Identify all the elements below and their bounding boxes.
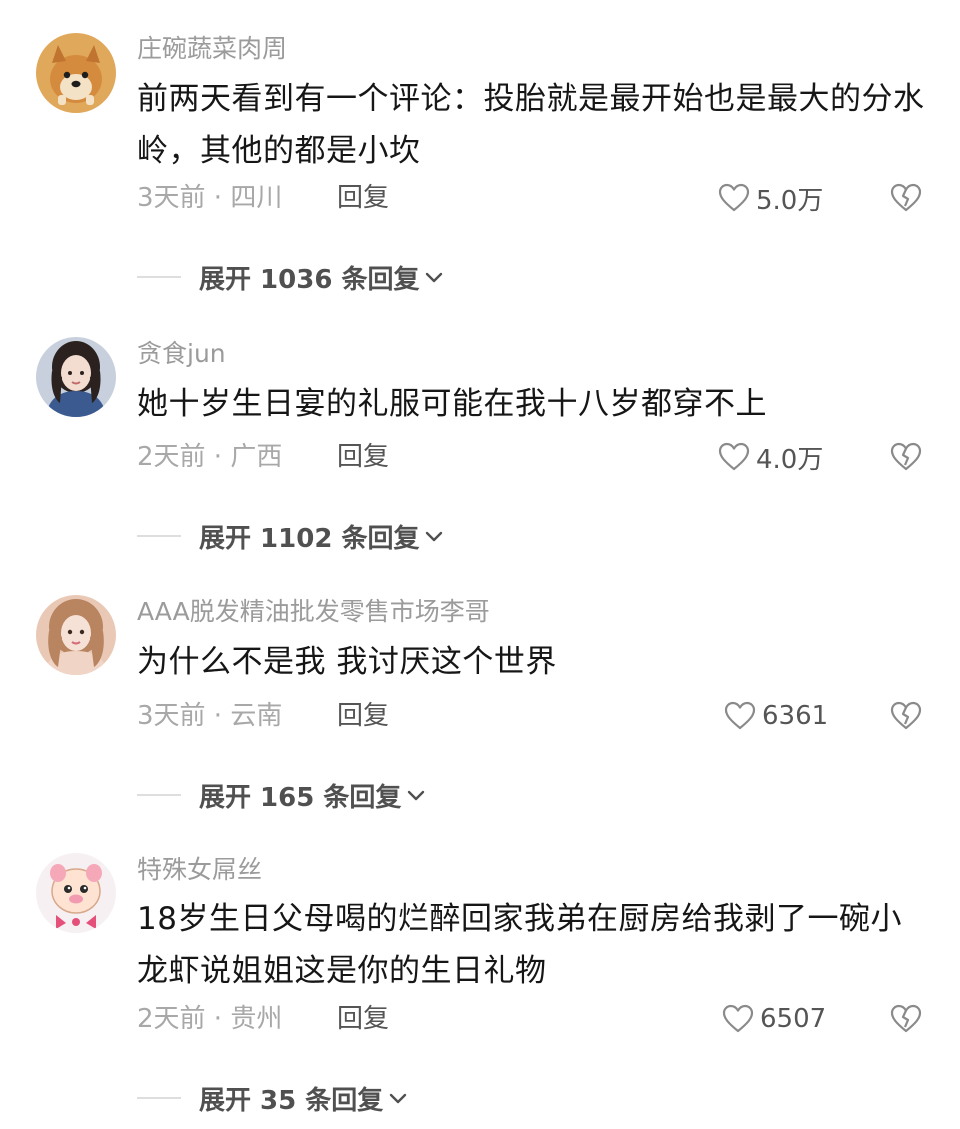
avatar[interactable]	[36, 595, 116, 675]
chevron-down-icon	[423, 266, 445, 288]
comment-text: 前两天看到有一个评论：投胎就是最开始也是最大的分水岭，其他的都是小坎	[137, 81, 925, 169]
expand-replies-label: 展开 165 条回复	[199, 782, 402, 813]
expand-replies-button[interactable]: 展开 165 条回复	[199, 777, 427, 814]
expand-replies: 展开 35 条回复	[137, 1080, 409, 1116]
dislike-button[interactable]	[890, 700, 922, 732]
heart-outline-icon	[718, 442, 750, 472]
username[interactable]: 贪食jun	[137, 338, 226, 370]
expand-replies: 展开 1102 条回复	[137, 518, 445, 554]
timestamp: 3天前	[137, 183, 206, 213]
reply-button[interactable]: 回复	[337, 698, 389, 734]
divider-line	[137, 1097, 181, 1099]
broken-heart-icon	[890, 441, 922, 473]
reply-button[interactable]: 回复	[337, 180, 389, 216]
meta-separator: ·	[205, 1004, 231, 1034]
location: 贵州	[230, 1004, 283, 1034]
like-count: 6361	[762, 701, 829, 731]
dislike-button[interactable]	[890, 1003, 922, 1035]
expand-replies: 展开 1036 条回复	[137, 259, 445, 295]
divider-line	[137, 535, 181, 537]
avatar[interactable]	[36, 33, 116, 113]
broken-heart-icon	[890, 1003, 922, 1035]
broken-heart-icon	[890, 182, 922, 214]
timestamp: 3天前	[137, 701, 206, 731]
like-count: 5.0万	[756, 185, 824, 216]
expand-replies-label: 展开 1036 条回复	[199, 264, 420, 295]
heart-outline-icon	[722, 1004, 754, 1034]
like-count: 6507	[760, 1004, 827, 1034]
comment-meta: 2天前 · 贵州 回复	[137, 1001, 389, 1037]
timestamp: 2天前	[137, 1004, 206, 1034]
location: 云南	[230, 701, 283, 731]
like-button[interactable]: 4.0万	[718, 439, 823, 475]
like-button[interactable]: 6507	[722, 1001, 826, 1037]
comment-meta: 3天前 · 云南 回复	[137, 698, 389, 734]
expand-replies-label: 展开 35 条回复	[199, 1085, 384, 1116]
expand-replies-button[interactable]: 展开 35 条回复	[199, 1080, 409, 1117]
reply-button[interactable]: 回复	[337, 439, 389, 475]
location: 四川	[230, 183, 283, 213]
divider-line	[137, 794, 181, 796]
chevron-down-icon	[423, 525, 445, 547]
meta-separator: ·	[205, 442, 231, 472]
avatar[interactable]	[36, 337, 116, 417]
chevron-down-icon	[387, 1087, 409, 1109]
heart-outline-icon	[724, 701, 756, 731]
expand-replies-label: 展开 1102 条回复	[199, 523, 420, 554]
chevron-down-icon	[405, 784, 427, 806]
avatar[interactable]	[36, 853, 116, 933]
expand-replies-button[interactable]: 展开 1036 条回复	[199, 259, 445, 296]
dislike-button[interactable]	[890, 441, 922, 473]
username[interactable]: AAA脱发精油批发零售市场李哥	[137, 596, 490, 628]
like-button[interactable]: 5.0万	[718, 180, 823, 216]
comment-meta: 3天前 · 四川 回复	[137, 180, 389, 216]
comment-text: 18岁生日父母喝的烂醉回家我弟在厨房给我剥了一碗小龙虾说姐姐这是你的生日礼物	[137, 901, 902, 989]
heart-outline-icon	[718, 183, 750, 213]
comment-text: 她十岁生日宴的礼服可能在我十八岁都穿不上	[137, 386, 767, 422]
broken-heart-icon	[890, 700, 922, 732]
like-button[interactable]: 6361	[724, 698, 828, 734]
location: 广西	[230, 442, 283, 472]
divider-line	[137, 276, 181, 278]
dislike-button[interactable]	[890, 182, 922, 214]
username[interactable]: 特殊女屌丝	[137, 854, 262, 886]
meta-separator: ·	[205, 183, 231, 213]
expand-replies: 展开 165 条回复	[137, 777, 427, 813]
reply-button[interactable]: 回复	[337, 1001, 389, 1037]
expand-replies-button[interactable]: 展开 1102 条回复	[199, 518, 445, 555]
timestamp: 2天前	[137, 442, 206, 472]
comment-meta: 2天前 · 广西 回复	[137, 439, 389, 475]
username[interactable]: 庄碗蔬菜肉周	[137, 33, 287, 65]
like-count: 4.0万	[756, 444, 824, 475]
comment-text: 为什么不是我 我讨厌这个世界	[137, 644, 557, 680]
meta-separator: ·	[205, 701, 231, 731]
